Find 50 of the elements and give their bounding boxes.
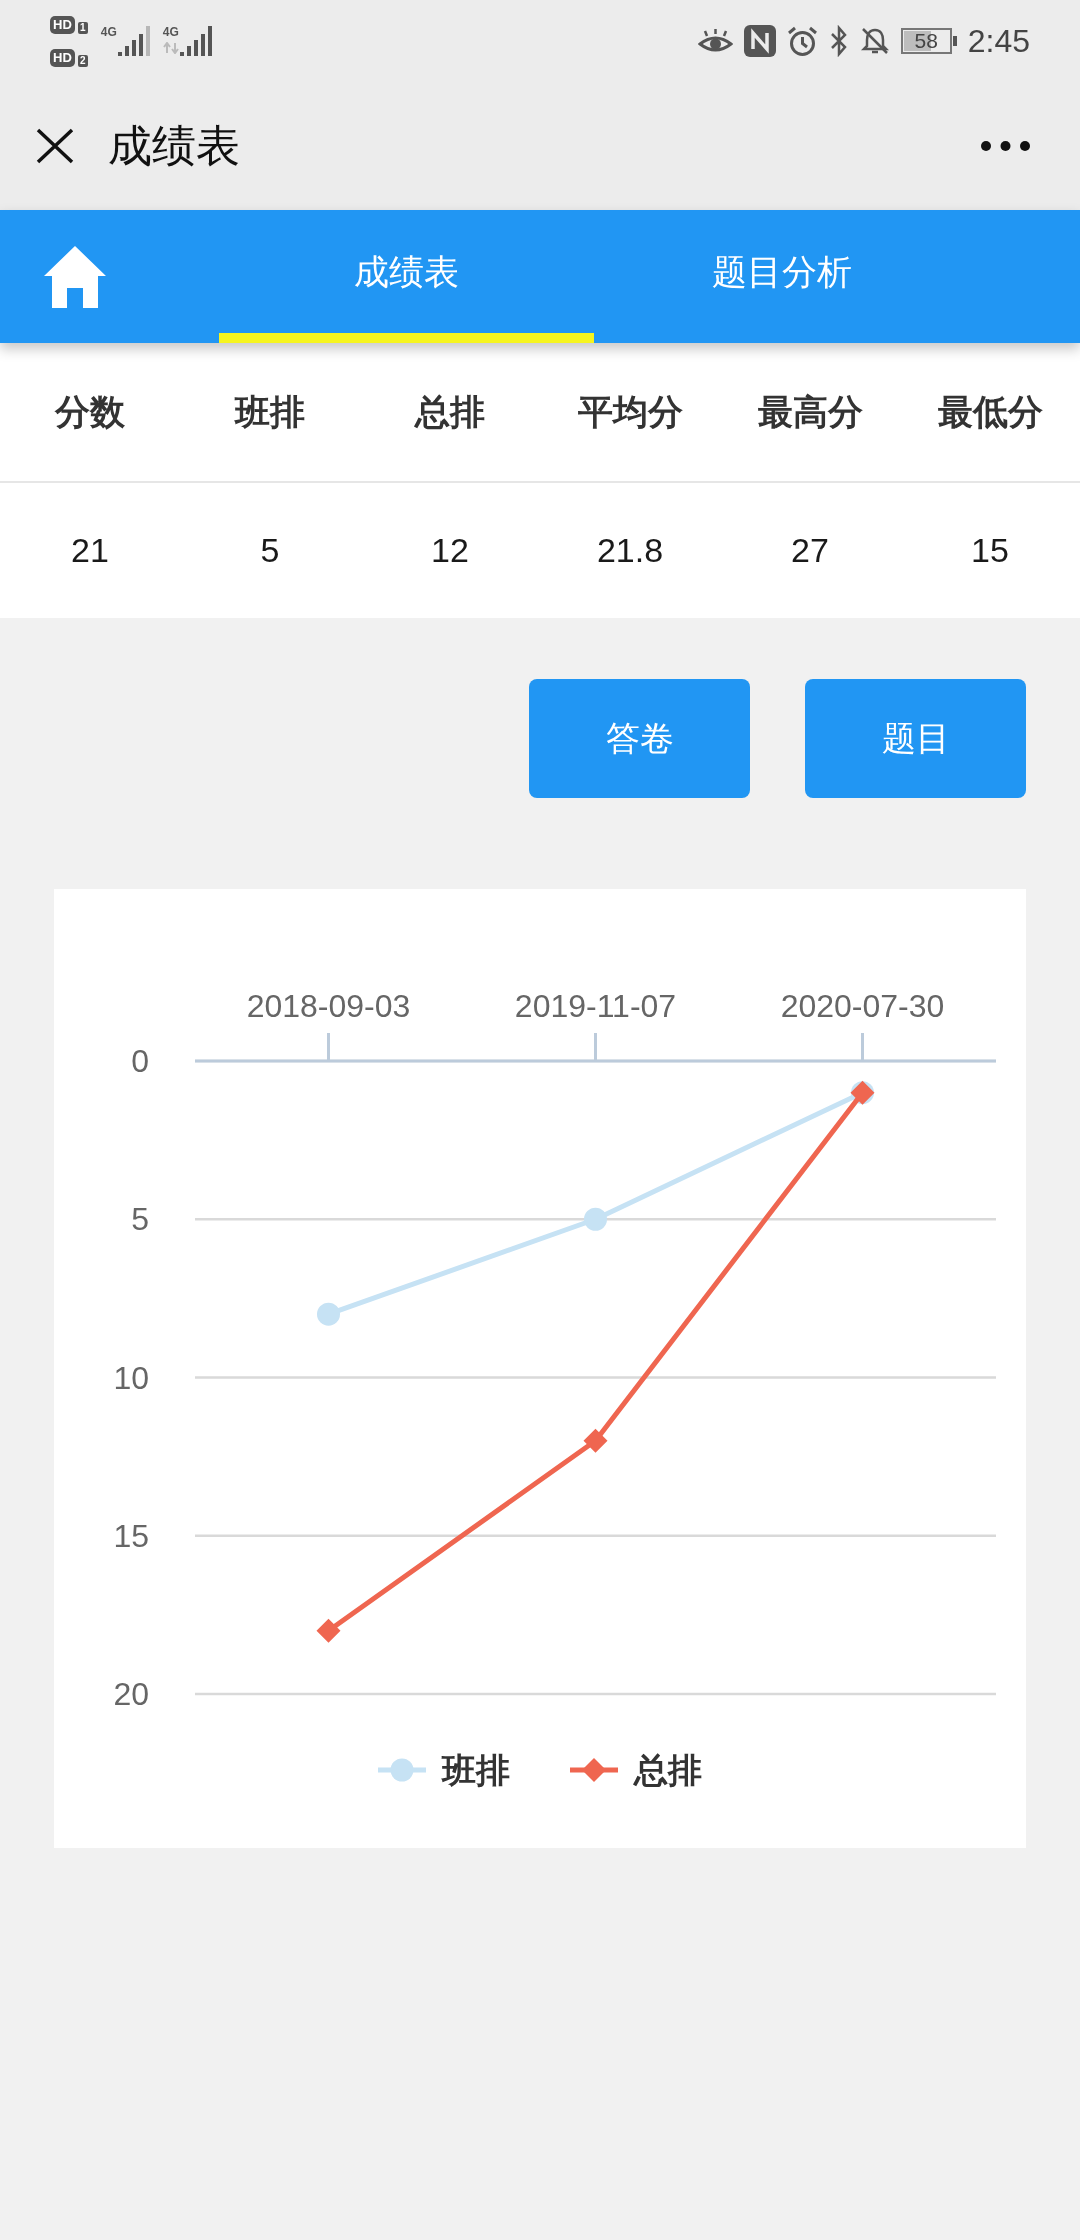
axis-label: 5 — [131, 1201, 149, 1238]
sim-slot-label: 2 — [77, 54, 88, 67]
column-header: 最高分 — [756, 391, 864, 433]
table-cell-text: 21 — [70, 530, 110, 571]
axis-label: 2020-07-30 — [780, 988, 945, 1024]
close-icon[interactable] — [36, 128, 74, 164]
legend-label: 班排 — [442, 1749, 510, 1791]
axis-label: 0 — [131, 1043, 149, 1079]
network-type-label: 4G — [162, 26, 179, 39]
home-icon[interactable] — [43, 243, 107, 310]
axis-label: 10 — [113, 1359, 149, 1396]
status-time: 2:45 — [967, 25, 1030, 57]
more-icon[interactable] — [981, 141, 1030, 151]
legend-label: 总排 — [634, 1749, 702, 1791]
signal-icon — [117, 26, 150, 56]
table-cell-text: 27 — [790, 530, 830, 571]
network-type-label: 4G — [100, 26, 117, 39]
axis-label: 20 — [113, 1676, 149, 1712]
hd-label: HD — [50, 15, 75, 34]
column-header: 分数 — [53, 391, 126, 433]
sim-slot-label: 1 — [77, 21, 88, 34]
column-header: 最低分 — [936, 391, 1044, 433]
table-cell-text: 15 — [970, 530, 1010, 571]
hd-label: HD — [50, 48, 75, 67]
battery-indicator: 58 — [900, 28, 957, 54]
tab[interactable]: 题目分析 — [594, 210, 969, 343]
notifications-off-icon — [859, 26, 890, 56]
point — [316, 1618, 341, 1643]
point — [317, 1302, 340, 1326]
page-title: 成绩表 — [108, 121, 240, 171]
column-header: 总排 — [413, 391, 486, 433]
nfc-icon — [743, 25, 776, 57]
axis-label: 2018-09-03 — [246, 988, 411, 1024]
bluetooth-icon — [828, 25, 849, 57]
eye-icon — [697, 28, 733, 54]
point — [584, 1207, 607, 1231]
axis-label: 15 — [113, 1517, 149, 1554]
table-cell-text: 5 — [259, 530, 281, 571]
column-header: 平均分 — [576, 391, 684, 433]
table-cell-text: 12 — [430, 530, 470, 571]
column-header: 班排 — [233, 391, 306, 433]
axis-label: 2019-11-07 — [514, 988, 677, 1024]
diamond-marker-icon — [570, 1758, 618, 1782]
point — [583, 1428, 608, 1453]
action-button[interactable]: 题目 — [805, 679, 1026, 798]
action-button[interactable]: 答卷 — [529, 679, 750, 798]
table-cell-text: 21.8 — [595, 530, 665, 571]
alarm-clock-icon — [786, 25, 818, 57]
circle-marker-icon — [378, 1758, 426, 1782]
signal-icon — [179, 26, 212, 56]
